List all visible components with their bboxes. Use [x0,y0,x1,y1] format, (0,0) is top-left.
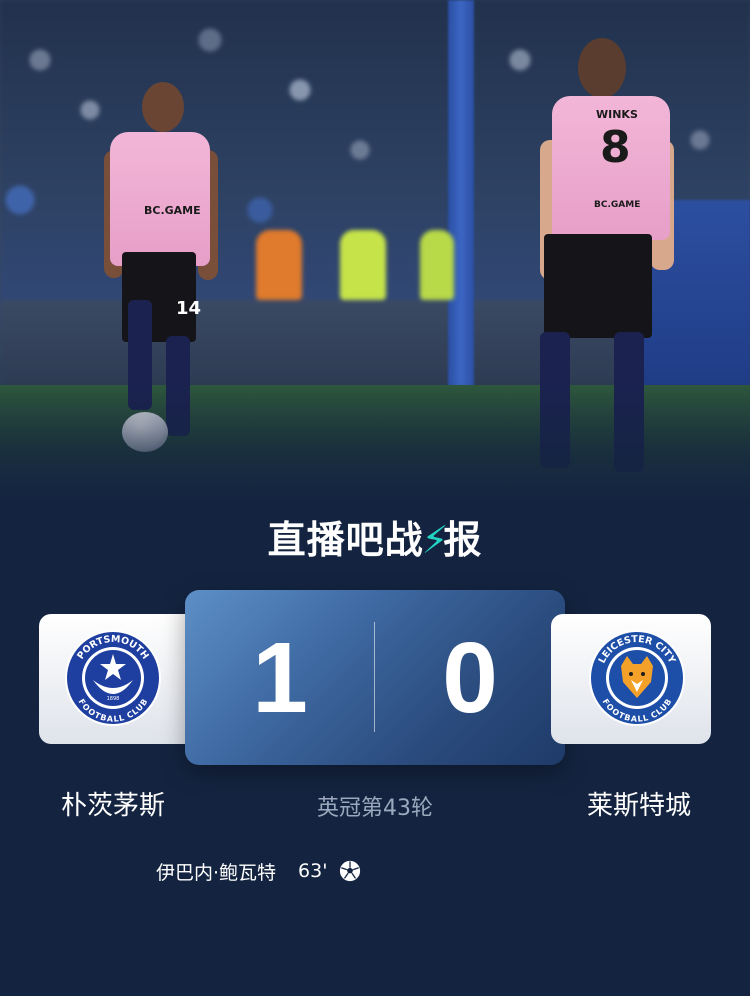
steward-figure [256,230,302,300]
brand-title: 直播吧战⚡报 [0,512,750,568]
home-team-card[interactable]: PORTSMOUTH FOOTBALL CLUB 1898 [39,614,199,744]
portsmouth-crest-icon: PORTSMOUTH FOOTBALL CLUB 1898 [65,630,161,726]
floodlight-post [448,0,474,390]
brand-title-part2: 报 [443,518,483,562]
shirt-sponsor: BC.GAME [144,204,201,217]
steward-figure [420,230,454,300]
match-round: 英冠第43轮 [317,796,433,821]
player-shirt: WINKS 8 BC.GAME [552,96,670,240]
shirt-name: WINKS [596,108,638,121]
home-crest-year: 1898 [107,696,120,702]
scoreboard: 1 0 [185,590,565,765]
shirt-sponsor: BC.GAME [594,200,641,210]
steward-figure [340,230,386,300]
away-team-name[interactable]: 莱斯特城 [539,788,739,824]
brand-title-part1: 直播吧战 [267,518,424,562]
away-score: 0 [442,622,498,734]
away-team-card[interactable]: LEICESTER CITY FOOTBALL CLUB [551,614,711,744]
hero-photo: BC.GAME 14 WINKS 8 BC.GAME [0,0,750,500]
goal-minute: 63' [298,860,328,882]
shirt-number: 8 [600,122,631,173]
home-score: 1 [252,622,308,734]
goal-event: 伊巴内·鲍瓦特 63' [156,856,361,886]
player-shorts [544,234,652,338]
goal-scorer: 伊巴内·鲍瓦特 [156,861,277,884]
hero-fade-overlay [0,380,750,500]
player-head [142,82,184,132]
shorts-number: 14 [176,298,202,319]
player-head [578,38,626,98]
home-team-name[interactable]: 朴茨茅斯 [13,788,213,824]
leicester-crest-icon: LEICESTER CITY FOOTBALL CLUB [589,630,685,726]
player-shirt: BC.GAME [110,132,210,266]
football-icon [340,860,361,882]
